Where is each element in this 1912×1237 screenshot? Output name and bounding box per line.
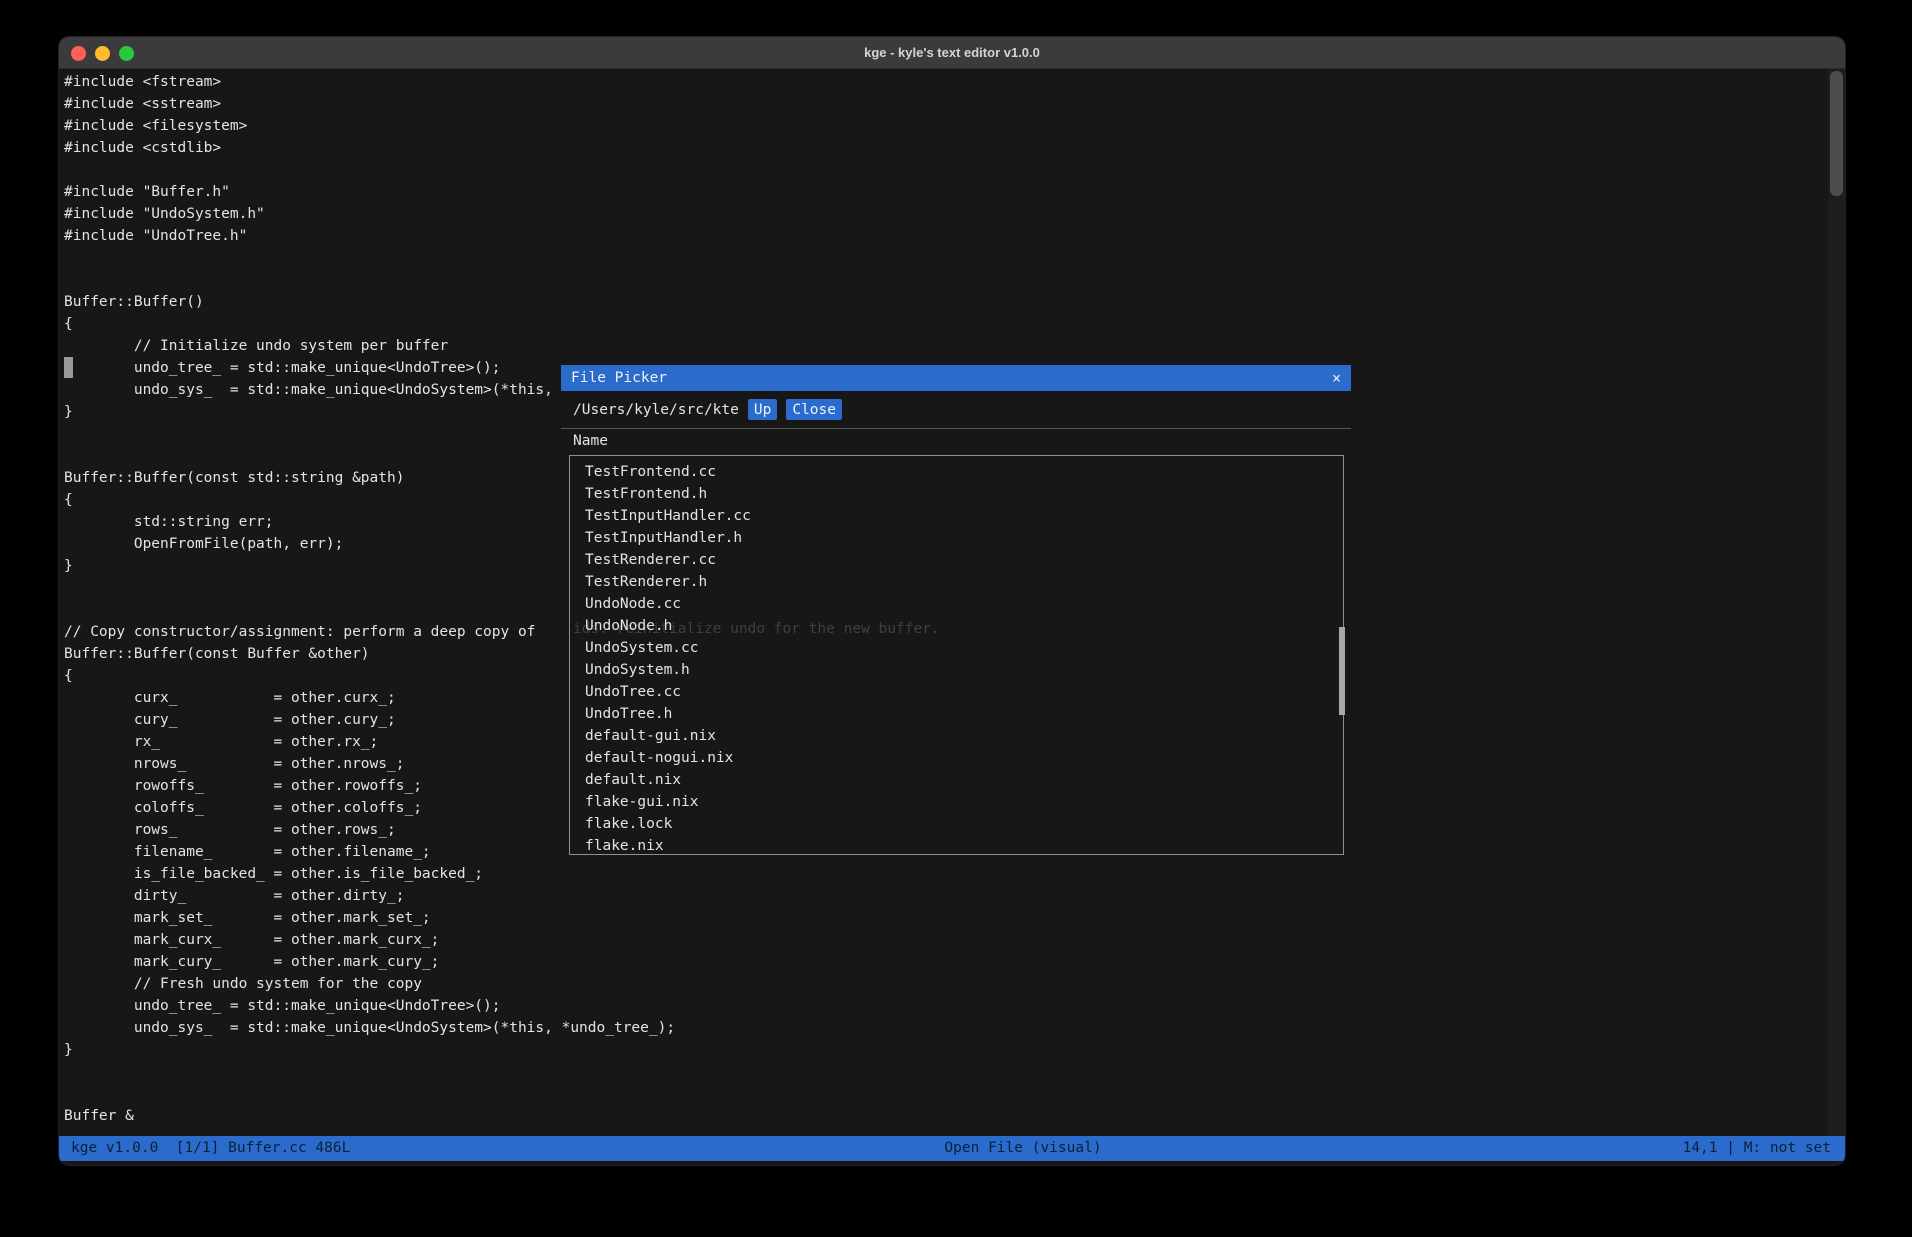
file-list-item[interactable]: UndoTree.cc xyxy=(585,681,1343,703)
editor-scrollbar-thumb[interactable] xyxy=(1830,71,1843,196)
status-bar: kge v1.0.0 [1/1] Buffer.cc 486L Open Fil… xyxy=(59,1136,1845,1161)
file-picker-path-row: /Users/kyle/src/kte Up Close xyxy=(573,398,842,421)
file-list-item[interactable]: UndoSystem.h xyxy=(585,659,1343,681)
code-line: mark_curx_ = other.mark_curx_; xyxy=(64,929,1828,951)
code-line: #include "UndoTree.h" xyxy=(64,225,1828,247)
code-line: #include <cstdlib> xyxy=(64,137,1828,159)
text-cursor xyxy=(64,357,73,378)
code-line: // Initialize undo system per buffer xyxy=(64,335,1828,357)
file-list-scrollbar-thumb[interactable] xyxy=(1339,627,1345,715)
code-line xyxy=(64,269,1828,291)
window-title: kge - kyle's text editor v1.0.0 xyxy=(864,45,1040,60)
close-button[interactable]: Close xyxy=(786,399,842,420)
code-line xyxy=(64,1083,1828,1105)
status-left: kge v1.0.0 [1/1] Buffer.cc 486L xyxy=(71,1136,350,1161)
file-list-item[interactable]: TestFrontend.h xyxy=(585,483,1343,505)
code-line xyxy=(64,1061,1828,1083)
file-list-item[interactable]: default-gui.nix xyxy=(585,725,1343,747)
file-list[interactable]: TestFrontend.ccTestFrontend.hTestInputHa… xyxy=(569,455,1344,855)
file-list-item[interactable]: UndoTree.h xyxy=(585,703,1343,725)
code-line: #include <filesystem> xyxy=(64,115,1828,137)
file-list-item[interactable]: UndoSystem.cc xyxy=(585,637,1343,659)
file-list-item[interactable]: UndoNode.cc xyxy=(585,593,1343,615)
code-line xyxy=(64,247,1828,269)
zoom-window-button[interactable] xyxy=(119,46,134,61)
code-line: dirty_ = other.dirty_; xyxy=(64,885,1828,907)
file-list-item[interactable]: UndoNode.h xyxy=(585,615,1343,637)
file-picker-titlebar[interactable]: File Picker × xyxy=(561,365,1351,391)
code-line: #include "Buffer.h" xyxy=(64,181,1828,203)
name-column-header: Name xyxy=(573,430,608,452)
file-list-item[interactable]: TestInputHandler.cc xyxy=(585,505,1343,527)
file-list-item[interactable]: TestFrontend.cc xyxy=(585,461,1343,483)
code-line: { xyxy=(64,313,1828,335)
editor-window: kge - kyle's text editor v1.0.0 #include… xyxy=(59,37,1845,1165)
code-line: undo_sys_ = std::make_unique<UndoSystem>… xyxy=(64,1017,1828,1039)
file-list-item[interactable]: TestInputHandler.h xyxy=(585,527,1343,549)
file-list-item[interactable]: TestRenderer.cc xyxy=(585,549,1343,571)
file-picker-dialog: File Picker × ids: reinitialize undo for… xyxy=(561,365,1351,860)
file-list-item[interactable]: flake.nix xyxy=(585,835,1343,855)
file-list-item[interactable]: TestRenderer.h xyxy=(585,571,1343,593)
code-line: mark_set_ = other.mark_set_; xyxy=(64,907,1828,929)
path-display: /Users/kyle/src/kte xyxy=(573,399,739,421)
file-list-item[interactable]: flake.lock xyxy=(585,813,1343,835)
window-titlebar[interactable]: kge - kyle's text editor v1.0.0 xyxy=(59,37,1845,69)
up-button[interactable]: Up xyxy=(748,399,777,420)
close-window-button[interactable] xyxy=(71,46,86,61)
desktop: { "colors": { "accent_blue": "#2a6bcc", … xyxy=(0,0,1912,1237)
code-line: Buffer::Buffer() xyxy=(64,291,1828,313)
dialog-separator xyxy=(561,428,1351,429)
editor-scrollbar[interactable] xyxy=(1828,69,1845,1136)
file-picker-title: File Picker xyxy=(571,367,667,389)
file-list-item[interactable]: default-nogui.nix xyxy=(585,747,1343,769)
status-mode: Open File (visual) xyxy=(944,1136,1101,1161)
code-line: is_file_backed_ = other.is_file_backed_; xyxy=(64,863,1828,885)
code-line: mark_cury_ = other.mark_cury_; xyxy=(64,951,1828,973)
code-line: #include <fstream> xyxy=(64,71,1828,93)
code-line: #include <sstream> xyxy=(64,93,1828,115)
file-list-item[interactable]: default.nix xyxy=(585,769,1343,791)
status-cursor-position: 14,1 | M: not set xyxy=(1683,1136,1831,1161)
code-line: undo_tree_ = std::make_unique<UndoTree>(… xyxy=(64,995,1828,1017)
code-line: #include "UndoSystem.h" xyxy=(64,203,1828,225)
code-line: // Fresh undo system for the copy xyxy=(64,973,1828,995)
close-icon[interactable]: × xyxy=(1332,367,1341,389)
code-line xyxy=(64,159,1828,181)
code-line: } xyxy=(64,1039,1828,1061)
minimize-window-button[interactable] xyxy=(95,46,110,61)
traffic-lights xyxy=(71,37,134,69)
code-line: Buffer & xyxy=(64,1105,1828,1127)
file-list-item[interactable]: flake-gui.nix xyxy=(585,791,1343,813)
